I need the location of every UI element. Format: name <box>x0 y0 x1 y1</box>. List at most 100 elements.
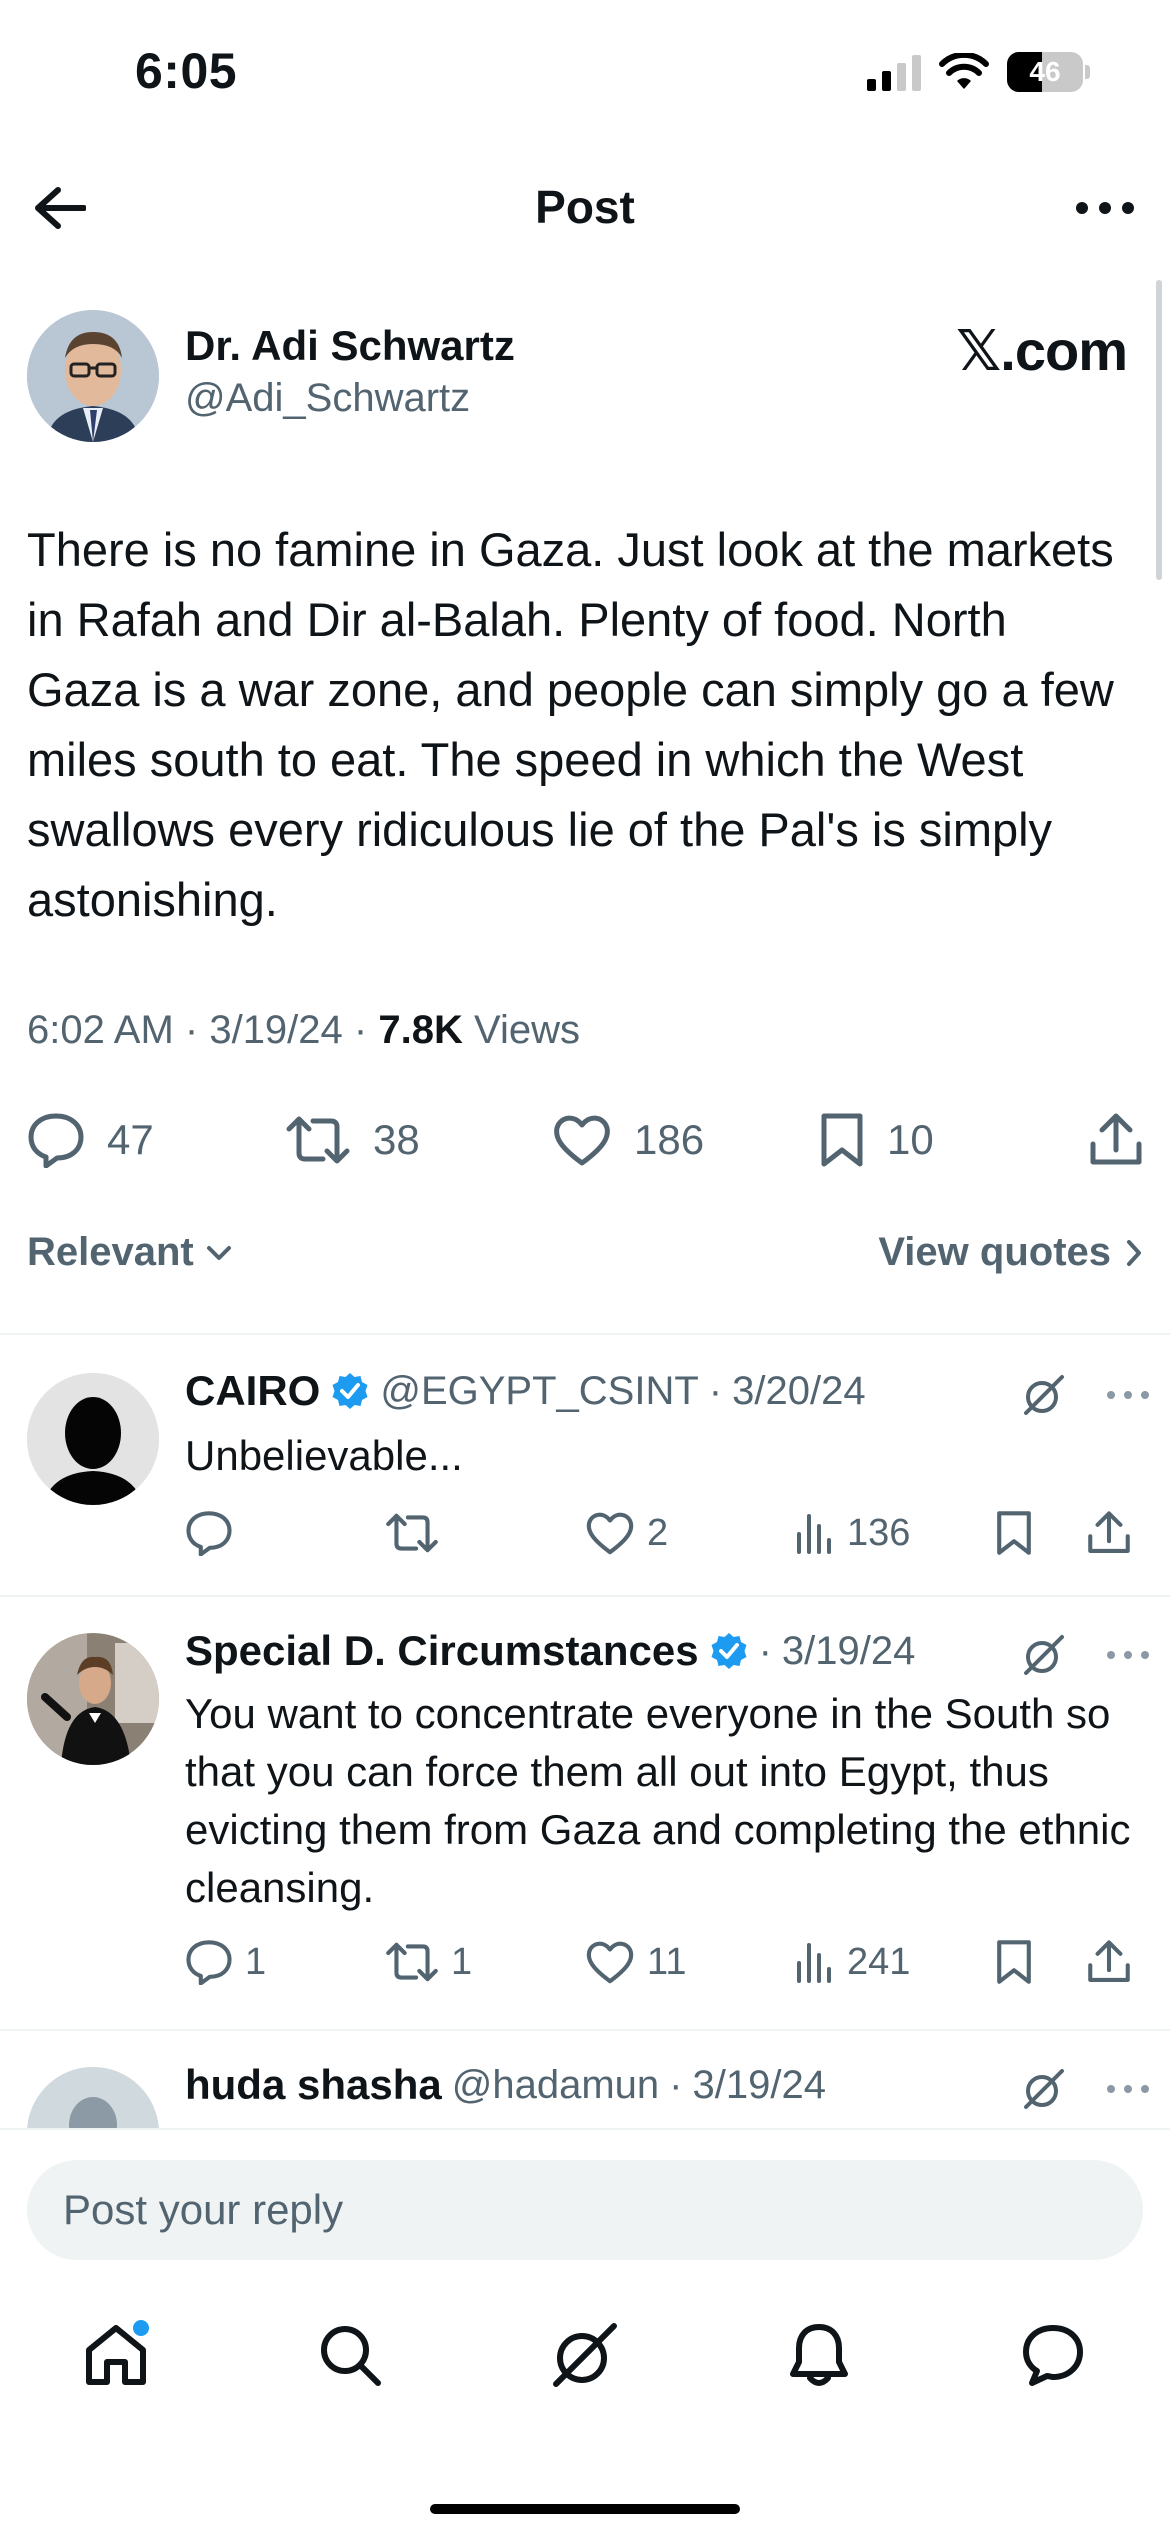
more-options-button[interactable] <box>1070 178 1140 238</box>
views-button[interactable]: 136 <box>795 1505 910 1561</box>
reply-item[interactable]: CAIRO @EGYPT_CSINT · 3/20/24 Unbelievabl… <box>0 1335 1170 1595</box>
tab-grok[interactable] <box>530 2300 640 2410</box>
analytics-icon <box>797 1514 831 1554</box>
tab-messages[interactable] <box>998 2300 1108 2410</box>
search-icon <box>321 2326 381 2386</box>
x-com-watermark: 𝕏.com <box>956 319 1128 382</box>
reply-item[interactable]: huda shasha @hadamun · 3/19/24 <box>0 2031 1170 2131</box>
tab-bar <box>0 2300 1170 2420</box>
post-text: There is no famine in Gaza. Just look at… <box>27 523 1114 926</box>
tab-home[interactable] <box>61 2300 171 2410</box>
like-button[interactable]: 186 <box>552 1105 704 1175</box>
reply-button[interactable]: 1 <box>185 1934 266 1990</box>
reply-actions: 1 1 11 241 <box>185 1934 1145 1990</box>
reply-actions: 2 136 <box>185 1505 1145 1561</box>
views-label[interactable]: Views <box>474 1008 580 1052</box>
reply-avatar[interactable] <box>27 2067 159 2131</box>
author-photo <box>27 310 159 442</box>
page-title: Post <box>535 181 635 233</box>
view-quotes-link[interactable]: View quotes <box>878 1230 1143 1275</box>
share-icon <box>1090 1113 1142 1165</box>
repost-icon <box>286 1116 350 1164</box>
bookmark-icon <box>997 1940 1031 1984</box>
share-button[interactable] <box>1087 1934 1131 1990</box>
share-icon <box>1088 1511 1130 1553</box>
tab-search[interactable] <box>295 2300 405 2410</box>
tab-notifications[interactable] <box>764 2300 874 2410</box>
author-avatar[interactable] <box>27 310 159 442</box>
bell-icon <box>790 2324 848 2386</box>
like-count: 186 <box>634 1116 705 1163</box>
reply-icon <box>28 1113 84 1168</box>
cellular-signal-icon <box>867 53 921 91</box>
post-author: Dr. Adi Schwartz @Adi_Schwartz 𝕏.com <box>27 310 1147 445</box>
post-header: Post <box>0 160 1170 250</box>
default-avatar-icon <box>27 2067 159 2131</box>
author-handle[interactable]: @Adi_Schwartz <box>185 376 470 421</box>
reply-button[interactable] <box>185 1505 245 1561</box>
share-button[interactable] <box>1089 1105 1143 1175</box>
reply-author-handle[interactable]: @hadamun <box>452 2063 659 2108</box>
status-time: 6:05 <box>135 43 238 99</box>
chevron-down-icon <box>206 1245 231 1260</box>
author-name[interactable]: Dr. Adi Schwartz <box>185 322 515 370</box>
repost-count: 1 <box>451 1940 473 1983</box>
views-button[interactable]: 241 <box>795 1934 910 1990</box>
relevant-dropdown[interactable]: Relevant <box>27 1230 232 1275</box>
repost-count: 38 <box>373 1116 420 1163</box>
battery-level: 46 <box>1029 56 1061 87</box>
wifi-icon <box>939 53 989 89</box>
reply-avatar[interactable] <box>27 1633 159 1765</box>
reply-count: 47 <box>107 1116 154 1163</box>
grok-icon[interactable] <box>1022 2067 1066 2111</box>
reply-header: CAIRO @EGYPT_CSINT · 3/20/24 <box>185 1367 866 1415</box>
verified-badge-icon <box>332 1373 368 1409</box>
like-button[interactable]: 2 <box>585 1505 668 1561</box>
bookmark-button[interactable] <box>995 1934 1033 1990</box>
heart-icon <box>586 1941 634 1984</box>
reply-header: huda shasha @hadamun · 3/19/24 <box>185 2061 826 2109</box>
chevron-right-icon <box>1127 1239 1141 1266</box>
reply-button[interactable]: 47 <box>27 1105 154 1175</box>
repost-button[interactable] <box>385 1505 451 1561</box>
repost-button[interactable]: 1 <box>385 1934 472 1990</box>
grok-icon[interactable] <box>1022 1373 1066 1417</box>
reply-author-name[interactable]: huda shasha <box>185 2061 442 2109</box>
verified-badge-icon <box>711 1633 747 1669</box>
bookmark-icon <box>821 1113 863 1167</box>
reply-count: 1 <box>245 1940 267 1983</box>
more-dots-icon[interactable] <box>1106 1390 1150 1400</box>
more-dots-icon[interactable] <box>1106 1650 1150 1660</box>
views-count: 136 <box>847 1511 911 1554</box>
reply-author-name[interactable]: Special D. Circumstances <box>185 1627 699 1675</box>
default-avatar-icon <box>27 1373 159 1505</box>
reply-author-handle[interactable]: @EGYPT_CSINT <box>380 1369 698 1414</box>
post-actions: 47 38 186 10 <box>27 1105 1143 1175</box>
bookmark-button[interactable] <box>995 1505 1033 1561</box>
reply-header: Special D. Circumstances · 3/19/24 <box>185 1627 916 1675</box>
repost-icon <box>386 1942 438 1982</box>
scroll-indicator[interactable] <box>1156 280 1162 580</box>
more-dots-icon[interactable] <box>1106 2084 1150 2094</box>
share-icon <box>1088 1940 1130 1982</box>
reply-text: You want to concentrate everyone in the … <box>185 1690 1131 1911</box>
repost-button[interactable]: 38 <box>285 1105 420 1175</box>
like-button[interactable]: 11 <box>585 1934 686 1990</box>
bottom-bar: Post your reply <box>0 2128 1170 2532</box>
post-meta: 6:02 AM · 3/19/24 · 7.8K Views <box>27 1008 580 1052</box>
share-button[interactable] <box>1087 1505 1131 1561</box>
heart-icon <box>586 1512 634 1555</box>
reply-composer-input[interactable]: Post your reply <box>27 2160 1143 2260</box>
reply-date: 3/20/24 <box>732 1368 866 1413</box>
grok-icon[interactable] <box>1022 1633 1066 1677</box>
bookmark-button[interactable]: 10 <box>819 1105 934 1175</box>
reply-avatar[interactable] <box>27 1373 159 1505</box>
relevant-label: Relevant <box>27 1230 194 1274</box>
reply-item[interactable]: Special D. Circumstances · 3/19/24 You w… <box>0 1597 1170 2027</box>
reply-sort-row: Relevant View quotes <box>27 1230 1143 1290</box>
reply-author-name[interactable]: CAIRO <box>185 1367 320 1415</box>
views-count: 241 <box>847 1940 911 1983</box>
reply-icon <box>186 1511 232 1556</box>
grok-icon <box>553 2323 617 2387</box>
post-time: 6:02 AM <box>27 1008 174 1052</box>
